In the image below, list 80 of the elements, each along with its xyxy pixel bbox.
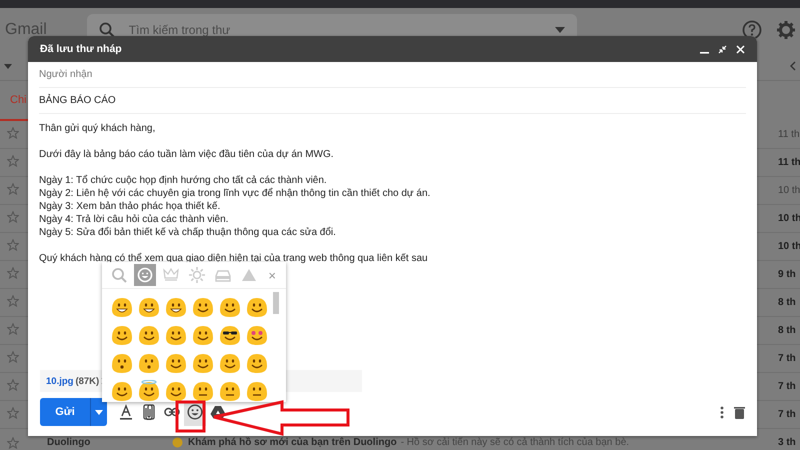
emoji-picker-menu[interactable]: × xyxy=(102,262,286,402)
close-icon[interactable] xyxy=(736,44,745,54)
email-subject: Khám phá hồ sơ mới của bạn trên Duolingo xyxy=(188,437,397,448)
emoji-icon[interactable] xyxy=(190,324,214,346)
email-date: 11 th xyxy=(778,157,800,168)
emoji-icon[interactable] xyxy=(244,296,268,318)
emoji-icon[interactable] xyxy=(164,324,188,346)
email-date: 10 th xyxy=(778,185,800,196)
search-icon xyxy=(110,266,128,284)
emoji-icon[interactable] xyxy=(110,380,134,402)
emoji-icon[interactable] xyxy=(218,324,242,346)
search-field[interactable]: Tìm kiếm trong thư xyxy=(128,23,541,37)
email-date: 7 th xyxy=(778,353,797,364)
link-icon[interactable] xyxy=(164,407,180,417)
caret-icon[interactable] xyxy=(554,27,565,33)
help-icon[interactable] xyxy=(742,20,762,40)
star-icon[interactable] xyxy=(7,351,19,363)
email-date: 9 th xyxy=(778,269,797,280)
gmail-logo[interactable]: Gmail xyxy=(5,21,47,39)
emoji-icon[interactable] xyxy=(218,296,242,318)
email-snippet: - Hồ sơ cải tiến này sẽ có cả thành tích của bạn bè. xyxy=(400,437,630,448)
attachment-name[interactable]: 10.jpg xyxy=(46,376,74,386)
chevron-left-icon[interactable] xyxy=(790,61,796,71)
emoji-icon[interactable] xyxy=(244,380,268,402)
smiley-icon xyxy=(136,266,154,284)
star-icon[interactable] xyxy=(7,127,19,139)
sender-name: Duolingo xyxy=(47,437,92,448)
star-icon[interactable] xyxy=(7,407,19,419)
star-icon[interactable] xyxy=(7,183,19,195)
message-body[interactable]: Thân gửi quý khách hàng, Dưới đây là bảng báo cáo tuần làm việc đầu tiên của dự án MWG. Ngày 1: Tổ chức cuộc họp định hướng cho tất cả các thành viên. Ngày 2: Liên hệ với các chuyên gia trong lĩnh vực để nhận thông tin cần thiết cho dự án. Ngày 3: Xem bản thảo phác họa thiết kế. Ngày 4: Trả lời câu hỏi của các thành viên. Ngày 5: Sửa đổi bản thiết kế và chấp thuận thông qua các sửa đổi. Quý khách hàng có thể xem qua giao diện hiện tại của trang web thông qua liên kết sau xyxy=(39,122,746,265)
email-date: 3 th xyxy=(778,437,797,448)
emoji-icon[interactable] xyxy=(190,380,214,402)
emoji-icon[interactable] xyxy=(187,404,203,420)
emoji-icon[interactable] xyxy=(190,352,214,374)
attach-icon[interactable] xyxy=(143,404,155,420)
emoji-icon xyxy=(172,437,183,448)
star-icon[interactable] xyxy=(7,379,19,391)
settings-icon[interactable] xyxy=(776,20,796,40)
emoji-icon[interactable] xyxy=(136,352,160,374)
email-date: 7 th xyxy=(778,409,797,420)
emoji-category-tab[interactable] xyxy=(134,264,156,286)
star-icon[interactable] xyxy=(7,323,19,335)
exit-fullscreen-icon[interactable] xyxy=(718,44,727,54)
star-icon[interactable] xyxy=(7,211,19,223)
emoji-icon[interactable] xyxy=(244,352,268,374)
emoji-icon[interactable] xyxy=(136,324,160,346)
emoji-icon[interactable] xyxy=(110,296,134,318)
gear-icon xyxy=(188,266,206,284)
format-icon[interactable] xyxy=(119,404,133,420)
highlight-rectangle xyxy=(176,400,206,432)
email-date: 8 th xyxy=(778,297,797,308)
emoji-icon[interactable] xyxy=(136,296,160,318)
more-icon[interactable] xyxy=(720,406,724,418)
star-icon[interactable] xyxy=(7,155,19,167)
trash-icon[interactable] xyxy=(734,406,745,418)
window-title: Đã lưu thư nháp xyxy=(40,43,122,55)
emoji-icon[interactable] xyxy=(164,352,188,374)
email-date: 8 th xyxy=(778,325,797,336)
emoji-icon[interactable] xyxy=(164,296,188,318)
emoji-icon[interactable] xyxy=(164,380,188,402)
star-icon[interactable] xyxy=(7,267,19,279)
drive-icon[interactable] xyxy=(210,405,226,419)
emoji-icon[interactable] xyxy=(218,380,242,402)
emoji-icon[interactable] xyxy=(136,380,160,402)
emoji-icon[interactable] xyxy=(244,324,268,346)
star-icon[interactable] xyxy=(7,239,19,251)
caret-icon xyxy=(95,410,103,414)
emoji-icon[interactable] xyxy=(218,352,242,374)
emoji-icon[interactable] xyxy=(110,352,134,374)
email-date: 11 th xyxy=(778,129,800,140)
close-button[interactable]: × xyxy=(264,268,280,282)
emoji-icon[interactable] xyxy=(110,324,134,346)
search-icon[interactable] xyxy=(98,22,115,38)
attachment-size: (87K) xyxy=(75,376,100,386)
scrollbar[interactable] xyxy=(273,292,279,314)
caret-icon[interactable] xyxy=(4,64,12,68)
star-icon[interactable] xyxy=(7,437,19,449)
email-date: 7 th xyxy=(778,381,797,392)
star-icon[interactable] xyxy=(7,295,19,307)
emoji-icon[interactable] xyxy=(190,296,214,318)
